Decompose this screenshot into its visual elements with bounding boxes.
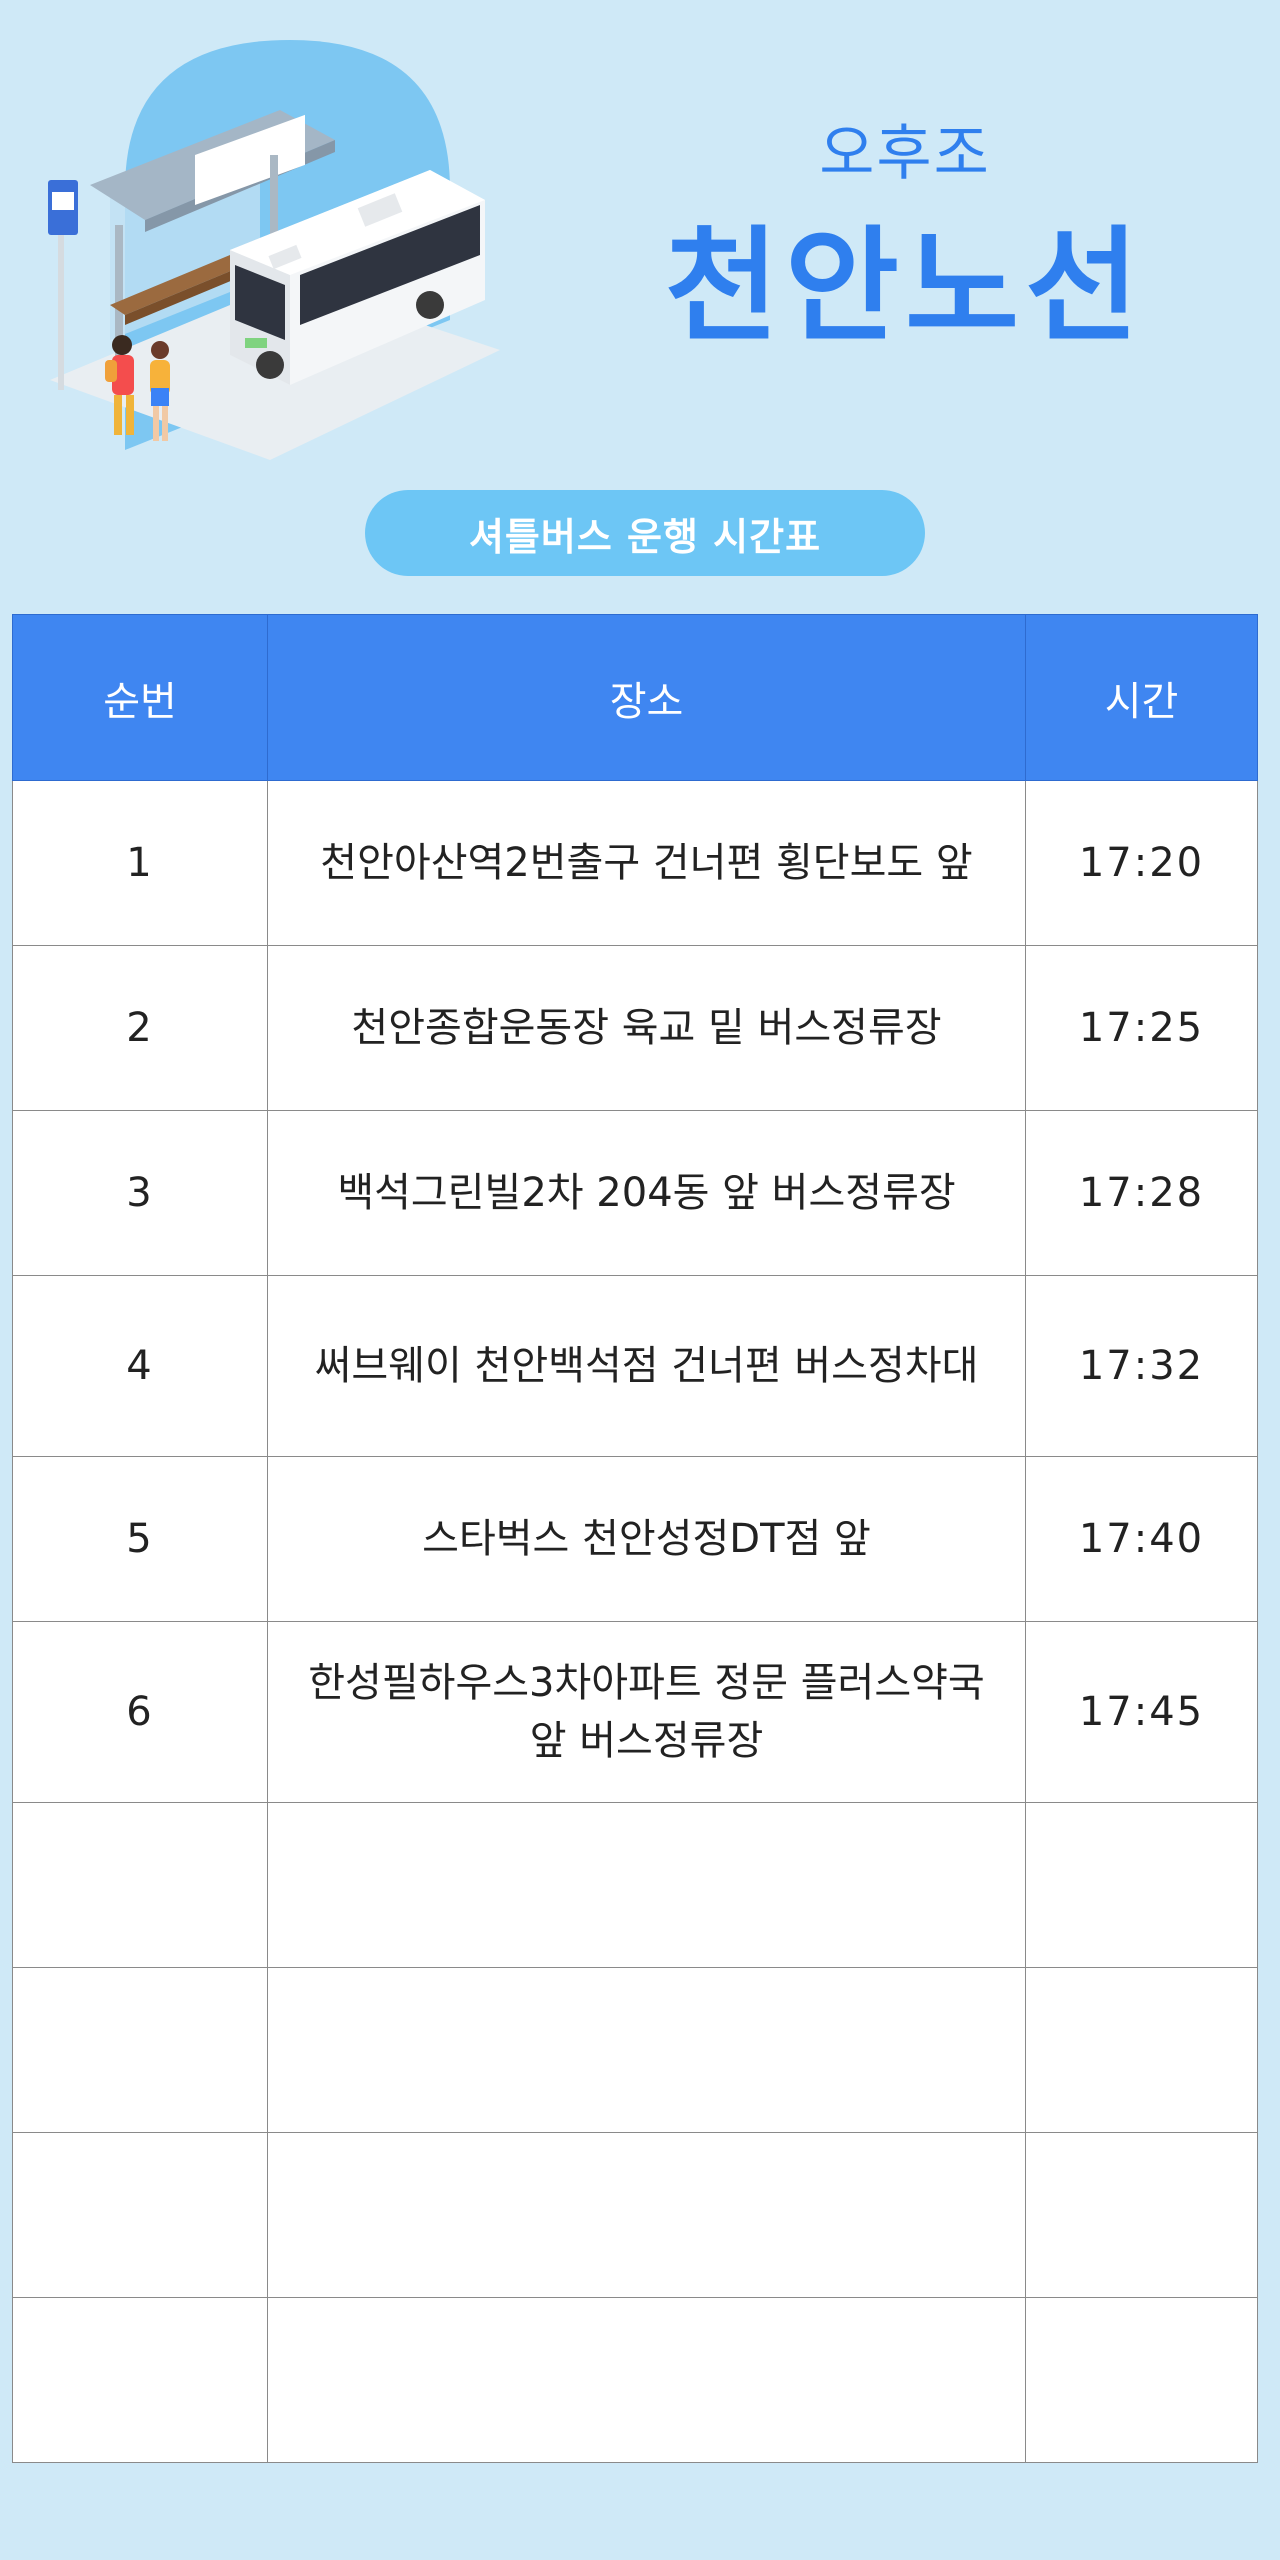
row-time (1025, 2132, 1258, 2298)
row-number (12, 2297, 268, 2463)
row-number (12, 2132, 268, 2298)
row-place: 백석그린빌2차 204동 앞 버스정류장 (267, 1110, 1026, 1276)
row-place: 천안종합운동장 육교 밑 버스정류장 (267, 945, 1026, 1111)
row-time: 17:28 (1025, 1110, 1258, 1276)
row-place: 써브웨이 천안백석점 건너편 버스정차대 (267, 1275, 1026, 1457)
table-row (12, 2297, 1258, 2463)
table-row: 5 스타벅스 천안성정DT점 앞 17:40 (12, 1456, 1258, 1622)
bus-stop-illustration (48, 40, 500, 460)
page-title: 천안노선 (664, 215, 1146, 359)
row-time: 17:25 (1025, 945, 1258, 1111)
table-header-row: 순번 장소 시간 (12, 614, 1258, 781)
row-time: 17:32 (1025, 1275, 1258, 1457)
row-time: 17:20 (1025, 780, 1258, 946)
table-row: 3 백석그린빌2차 204동 앞 버스정류장 17:28 (12, 1110, 1258, 1276)
row-number: 5 (12, 1456, 268, 1622)
row-time: 17:40 (1025, 1456, 1258, 1622)
table-row (12, 1967, 1258, 2133)
sign-pole (58, 210, 64, 390)
row-place: 천안아산역2번출구 건너편 횡단보도 앞 (267, 780, 1026, 946)
row-number: 2 (12, 945, 268, 1111)
row-place (267, 1967, 1026, 2133)
row-place: 스타벅스 천안성정DT점 앞 (267, 1456, 1026, 1622)
row-time: 17:45 (1025, 1621, 1258, 1803)
row-place (267, 2132, 1026, 2298)
column-header-time: 시간 (1025, 614, 1258, 781)
row-place (267, 2297, 1026, 2463)
table-row: 4 써브웨이 천안백석점 건너편 버스정차대 17:32 (12, 1275, 1258, 1457)
row-number: 6 (12, 1621, 268, 1803)
row-time (1025, 1967, 1258, 2133)
row-number (12, 1802, 268, 1968)
row-time (1025, 1802, 1258, 1968)
table-row (12, 1802, 1258, 1968)
shift-subtitle: 오후조 (819, 119, 991, 189)
row-place: 한성필하우스3차아파트 정문 플러스약국 앞 버스정류장 (267, 1621, 1026, 1803)
row-place (267, 1802, 1026, 1968)
row-number: 4 (12, 1275, 268, 1457)
schedule-table: 순번 장소 시간 1 천안아산역2번출구 건너편 횡단보도 앞 17:20 2 … (12, 614, 1258, 2463)
row-number: 1 (12, 780, 268, 946)
row-number (12, 1967, 268, 2133)
table-row: 2 천안종합운동장 육교 밑 버스정류장 17:25 (12, 945, 1258, 1111)
column-header-number: 순번 (12, 614, 268, 781)
table-row: 6 한성필하우스3차아파트 정문 플러스약국 앞 버스정류장 17:45 (12, 1621, 1258, 1803)
schedule-label: 셔틀버스 운행 시간표 (468, 514, 822, 559)
table-row (12, 2132, 1258, 2298)
row-time (1025, 2297, 1258, 2463)
table-row: 1 천안아산역2번출구 건너편 횡단보도 앞 17:20 (12, 780, 1258, 946)
row-number: 3 (12, 1110, 268, 1276)
column-header-place: 장소 (267, 614, 1026, 781)
schedule-label-pill: 셔틀버스 운행 시간표 (365, 490, 925, 576)
